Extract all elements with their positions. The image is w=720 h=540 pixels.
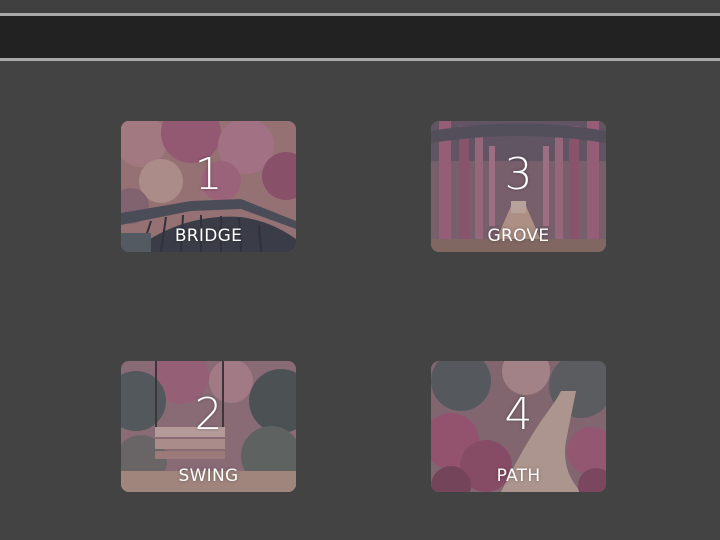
tile-swing[interactable]: 2 SWING [121, 361, 296, 492]
tile-label: BRIDGE [174, 226, 243, 246]
header-bottom-border [0, 58, 720, 61]
tile-path[interactable]: 4 PATH [431, 361, 606, 492]
tile-number: 1 [194, 149, 223, 200]
tile-label: PATH [496, 466, 541, 486]
tile-number: 2 [194, 389, 223, 440]
tile-grove[interactable]: 3 GROVE [431, 121, 606, 252]
tile-number: 4 [504, 389, 533, 440]
tile-bridge[interactable]: 1 BRIDGE [121, 121, 296, 252]
tile-number: 3 [504, 149, 533, 200]
header-bar [0, 16, 720, 58]
top-strip [0, 0, 720, 13]
tile-label: GROVE [487, 226, 550, 246]
tile-label: SWING [178, 466, 239, 486]
